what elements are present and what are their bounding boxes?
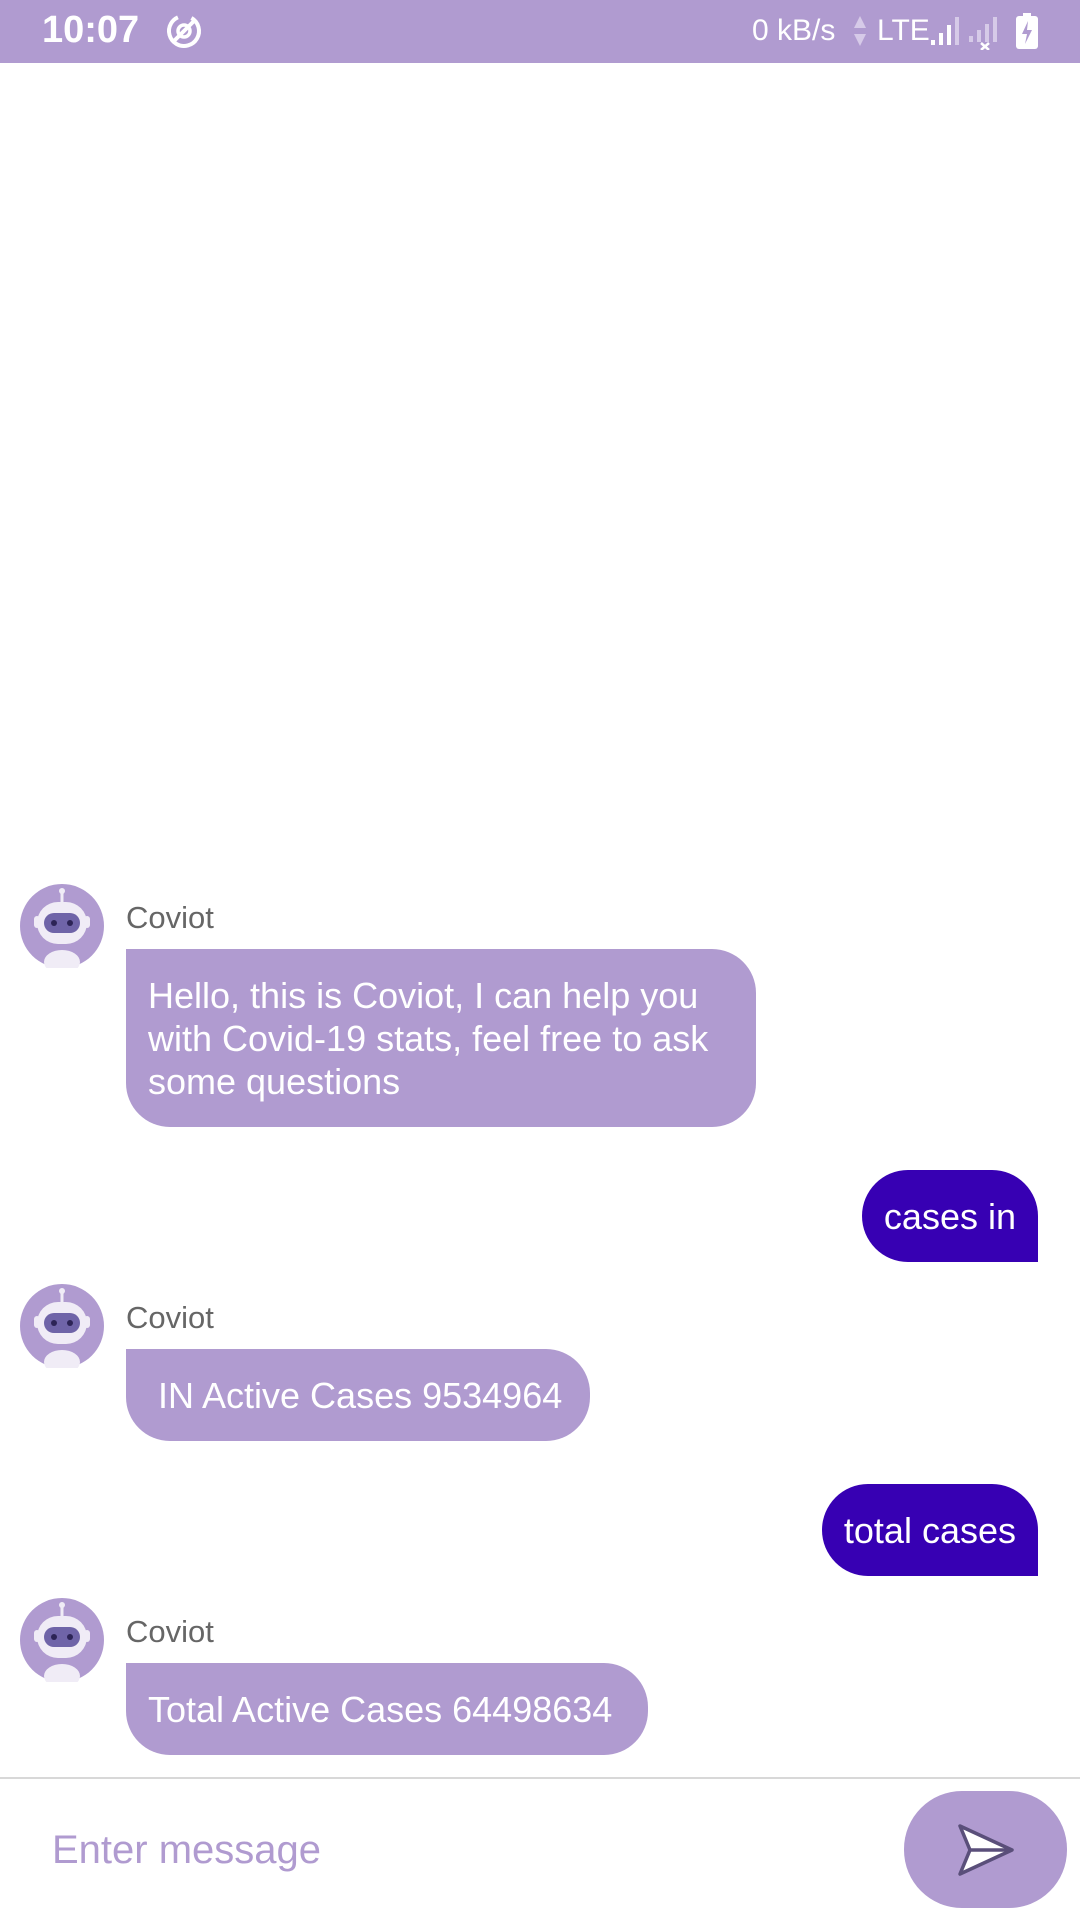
message-text: cases in — [883, 1195, 1016, 1237]
data-saver-icon — [167, 14, 201, 48]
message-text: Total Active Cases 64498634 — [148, 1688, 613, 1730]
message-text: Hello, this is Coviot, I can help you wi… — [148, 974, 709, 1102]
bot-message-bubble: Total Active Cases 64498634 — [126, 1663, 648, 1755]
robot-avatar-icon — [20, 1598, 104, 1682]
user-message-bubble: cases in — [861, 1170, 1038, 1262]
network-speed: 0 kB/s — [752, 14, 836, 47]
bot-message-bubble: IN Active Cases 9534964 — [126, 1349, 590, 1441]
signal-strength-icon — [931, 17, 959, 45]
data-arrows-icon — [854, 16, 866, 46]
no-signal-icon — [969, 17, 997, 50]
send-icon — [957, 1823, 1014, 1876]
bot-name: Coviot — [126, 900, 214, 935]
robot-avatar-icon — [20, 884, 104, 968]
status-time: 10:07 — [42, 9, 140, 51]
message-text: IN Active Cases 9534964 — [148, 1374, 563, 1416]
input-divider — [0, 1777, 1080, 1779]
network-type: LTE — [877, 14, 930, 47]
bot-message-bubble: Hello, this is Coviot, I can help you wi… — [126, 949, 756, 1127]
bot-name: Coviot — [126, 1614, 214, 1649]
user-message-bubble: total cases — [821, 1484, 1038, 1576]
send-button[interactable] — [904, 1791, 1067, 1908]
battery-charging-icon — [1016, 13, 1038, 49]
status-bar: 10:07 0 kB/s LTE — [0, 0, 1080, 63]
robot-avatar-icon — [20, 1284, 104, 1368]
message-input[interactable] — [28, 1800, 902, 1900]
bot-name: Coviot — [126, 1300, 214, 1335]
message-text: total cases — [843, 1509, 1016, 1551]
